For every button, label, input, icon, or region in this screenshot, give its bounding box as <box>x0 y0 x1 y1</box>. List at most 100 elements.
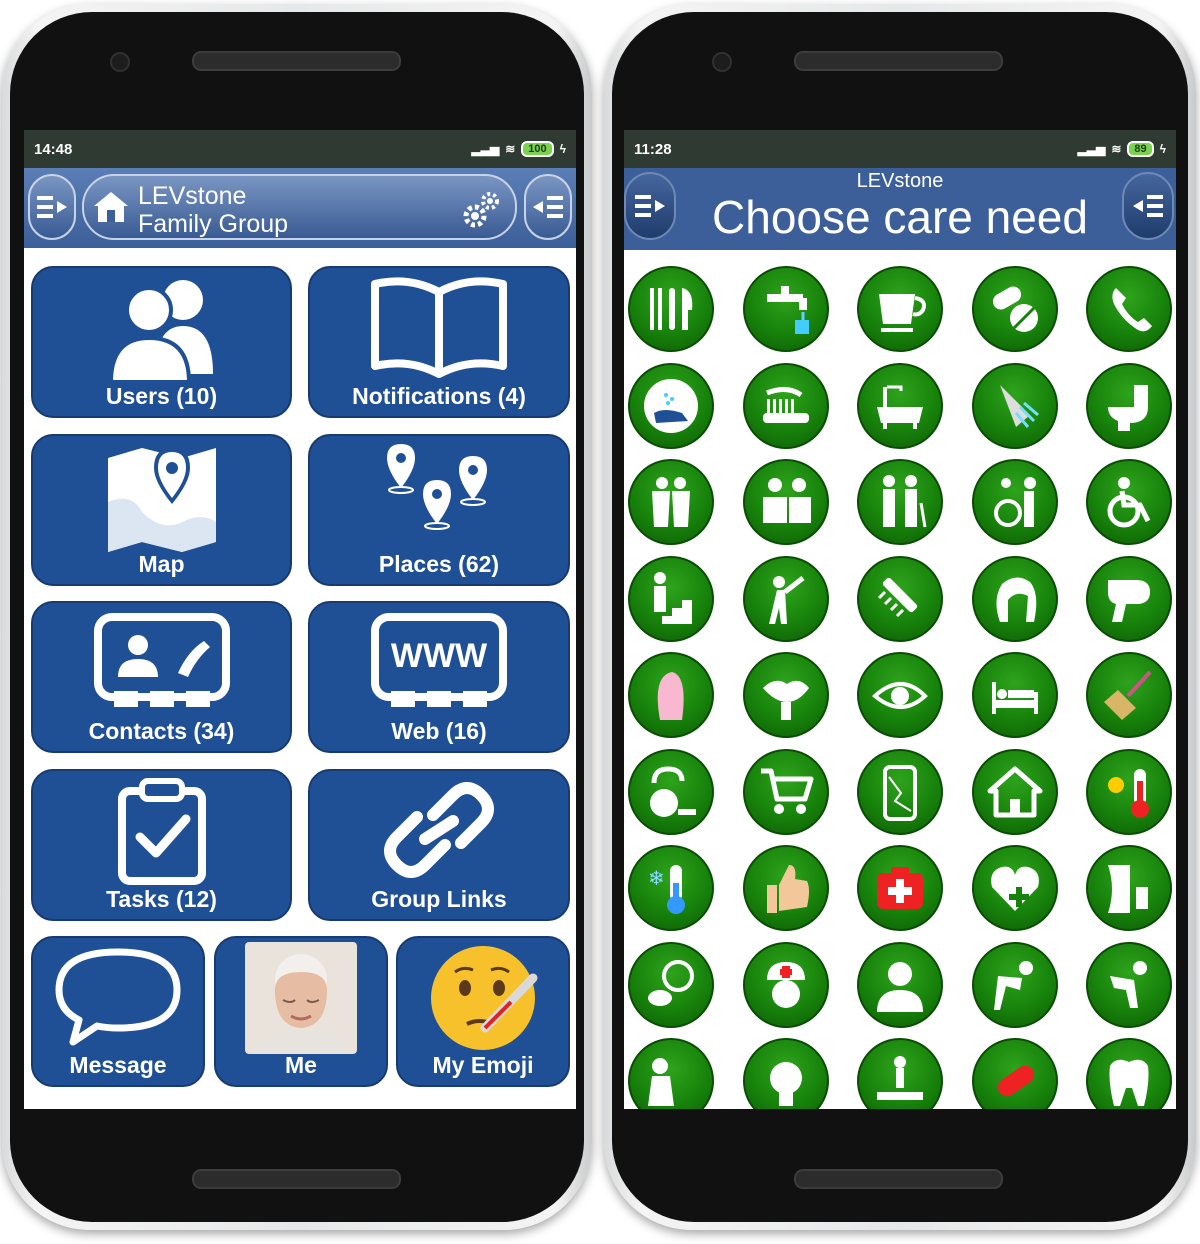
users-icon <box>108 280 213 384</box>
care-need-hairdryer-button[interactable] <box>1086 555 1172 642</box>
care-need-cutlery-button[interactable] <box>628 266 714 352</box>
avatar-photo <box>245 942 357 1054</box>
care-need-hot-thermometer-button[interactable] <box>1086 748 1172 835</box>
settings-gears-icon <box>463 192 499 228</box>
care-need-hug-button[interactable] <box>628 459 714 545</box>
menu-arrow-left-icon <box>533 196 563 218</box>
tooth-icon <box>1109 1059 1149 1106</box>
care-need-comb-button[interactable] <box>857 555 943 642</box>
care-need-bed-button[interactable] <box>971 652 1058 738</box>
notifications-tile[interactable]: Notifications (4) <box>308 266 570 418</box>
care-need-broken-phone-button[interactable] <box>857 748 943 835</box>
care-need-bath-button[interactable] <box>857 362 943 449</box>
phone-left: 14:48 ▂▃▅ ≋ 100 ϟ LEVstone Family Group … <box>2 4 592 1230</box>
care-need-stretch-button[interactable] <box>742 555 829 642</box>
hot-thermometer-icon <box>1108 768 1149 818</box>
care-need-shopping-cart-button[interactable] <box>742 748 829 835</box>
hug-icon <box>652 477 690 527</box>
care-need-lips-button[interactable] <box>742 652 829 738</box>
book-icon <box>371 277 507 378</box>
care-need-phone-button[interactable] <box>1086 266 1172 352</box>
charging-icon: ϟ <box>559 142 566 156</box>
me-label: Me <box>285 1052 317 1078</box>
walking-assist-icon <box>883 475 927 528</box>
headache-icon <box>769 1062 802 1106</box>
notifications-label: Notifications (4) <box>352 383 526 409</box>
header-title-line2: Family Group <box>138 210 289 238</box>
care-need-handwash-button[interactable] <box>628 362 714 449</box>
charging-icon: ϟ <box>1159 142 1166 156</box>
group-links-tile[interactable]: Group Links <box>308 769 570 921</box>
hair-icon <box>995 576 1036 622</box>
care-need-headache-button[interactable] <box>742 1038 829 1109</box>
care-need-broom-button[interactable] <box>1086 652 1172 738</box>
me-tile[interactable]: Me <box>214 936 388 1087</box>
message-tile[interactable]: Message <box>31 936 205 1087</box>
front-camera <box>712 52 732 72</box>
care-need-wheelchair-assist-button[interactable] <box>971 459 1058 545</box>
care-need-home-button[interactable] <box>971 748 1058 835</box>
nurse-icon <box>766 961 805 1008</box>
care-need-tap-water-button[interactable] <box>742 266 829 352</box>
care-need-cup-button[interactable] <box>857 266 943 352</box>
earpiece-speaker <box>192 51 401 71</box>
bed-icon <box>991 682 1038 714</box>
care-need-stomach-pain-button[interactable] <box>1086 941 1172 1028</box>
care-need-cold-thermometer-button[interactable]: ❄ <box>628 845 714 931</box>
care-need-inhaler-button[interactable] <box>1086 845 1172 931</box>
web-tile[interactable]: WWW Web (16) <box>308 601 570 753</box>
care-need-toilet-button[interactable] <box>1086 362 1172 449</box>
tasks-tile[interactable]: Tasks (12) <box>31 769 292 921</box>
care-need-nail-button[interactable] <box>628 652 714 738</box>
care-need-eye-button[interactable] <box>857 652 943 738</box>
stairs-icon <box>654 571 692 624</box>
care-need-heart-plus-button[interactable] <box>971 845 1058 931</box>
menu-close-button[interactable] <box>524 174 572 240</box>
cold-thermometer-icon: ❄ <box>648 865 685 914</box>
status-bar: 11:28 ▂▃▅ ≋ 89 ϟ <box>624 130 1176 168</box>
care-need-wheelchair-button[interactable] <box>1086 459 1172 545</box>
care-need-pills-button[interactable] <box>971 266 1058 352</box>
map-tile[interactable]: Map <box>31 434 292 586</box>
vacuum-icon <box>650 765 696 817</box>
care-need-cough-button[interactable] <box>628 1038 714 1109</box>
contacts-tile[interactable]: Contacts (34) <box>31 601 292 753</box>
care-need-doctor-button[interactable] <box>857 941 943 1028</box>
care-need-stairs-button[interactable] <box>628 555 714 642</box>
battery-icon: 100 <box>521 141 554 157</box>
contacts-icon <box>93 613 230 707</box>
care-need-shower-button[interactable] <box>971 362 1058 449</box>
doctor-icon <box>877 961 923 1012</box>
places-icon <box>387 444 487 530</box>
app-header: LEVstone Choose care need <box>624 168 1176 250</box>
svg-text:❄: ❄ <box>648 866 665 890</box>
care-need-nurse-button[interactable] <box>742 941 829 1028</box>
shopping-cart-icon <box>760 768 813 814</box>
bath-icon <box>877 385 923 429</box>
care-need-tooth-button[interactable] <box>1086 1038 1172 1109</box>
hairdryer-icon <box>1108 579 1150 622</box>
care-need-back-pain-button[interactable] <box>971 941 1058 1028</box>
care-need-vacuum-button[interactable] <box>628 748 714 835</box>
menu-close-button[interactable] <box>1122 172 1174 240</box>
map-label: Map <box>138 551 185 577</box>
care-need-walking-assist-button[interactable] <box>857 459 943 545</box>
bottom-speaker <box>794 1169 1003 1189</box>
care-need-blood-pressure-button[interactable] <box>628 941 714 1028</box>
care-need-thumbs-up-button[interactable] <box>742 845 829 931</box>
pills-icon <box>992 286 1038 332</box>
capsule-icon <box>997 1065 1034 1097</box>
first-aid-icon <box>877 867 923 909</box>
care-need-capsule-button[interactable] <box>971 1038 1058 1109</box>
users-tile[interactable]: Users (10) <box>31 266 292 418</box>
care-need-first-aid-button[interactable] <box>857 845 943 931</box>
care-need-hair-button[interactable] <box>971 555 1058 642</box>
menu-open-button[interactable] <box>28 174 76 240</box>
group-title-button[interactable]: LEVstone Family Group <box>82 174 517 240</box>
places-tile[interactable]: Places (62) <box>308 434 570 586</box>
care-need-toothbrush-button[interactable] <box>742 362 829 449</box>
care-need-bed-exit-button[interactable] <box>857 1038 943 1109</box>
care-need-help-person-button[interactable] <box>742 459 829 545</box>
my-emoji-tile[interactable]: My Emoji <box>396 936 570 1087</box>
users-label: Users (10) <box>105 383 218 409</box>
